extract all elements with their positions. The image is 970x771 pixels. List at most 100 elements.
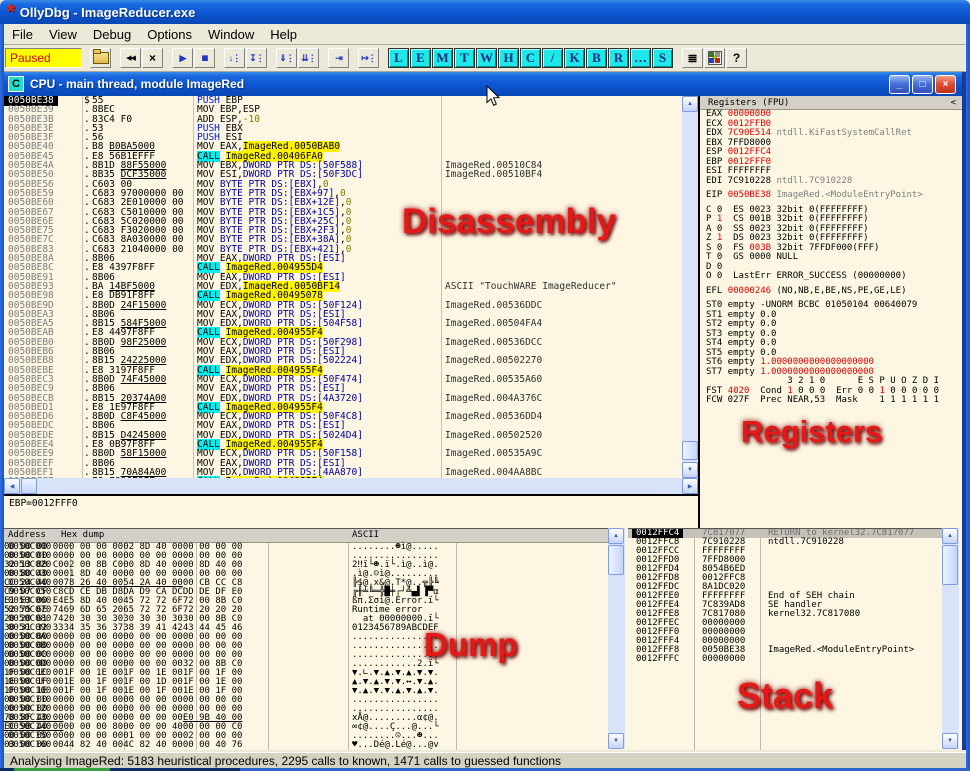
dump-annotation: Dump <box>424 626 518 664</box>
register-line[interactable]: FCW 027F Prec NEAR,53 Mask 1 1 1 1 1 1 <box>700 396 962 406</box>
status-text: Analysing ImageRed: 5183 heuristical pro… <box>10 754 561 768</box>
colors-button[interactable] <box>704 48 725 68</box>
mouse-cursor-icon <box>486 85 501 107</box>
menubar: FileViewDebugOptionsWindowHelp <box>4 24 966 45</box>
scroll-up-icon[interactable]: ▲ <box>608 528 624 544</box>
disasm-row[interactable]: 0050BE3B.83C4 F0ADD ESP,-10 <box>4 115 681 124</box>
dump-address: 0050C160 <box>8 741 51 750</box>
disasm-comment: ImageRed.004AA8BC <box>445 468 542 478</box>
disasm-comment: ImageRed.00535A60 <box>445 375 542 385</box>
dump-ascii: ♥...Dé@.Lé@...@v <box>352 741 439 750</box>
toolbar-group: ◀◀× <box>120 48 164 68</box>
execute-till-user-button[interactable]: ↦⋮ <box>358 48 379 68</box>
disasm-comment: ImageRed.00504FA4 <box>445 319 542 329</box>
sc roll-left-icon[interactable]: ◀ <box>4 478 20 494</box>
collapse-icon[interactable]: < <box>951 98 956 108</box>
toolbar-group: ↓⋮↧⋮ <box>224 48 268 68</box>
cpu-window-button[interactable]: C <box>520 48 541 68</box>
windows-window-button[interactable]: W <box>476 48 497 68</box>
handles-window-button[interactable]: H <box>498 48 519 68</box>
close-button[interactable]: × <box>935 75 956 94</box>
menu-debug[interactable]: Debug <box>85 25 139 44</box>
patches-window-button[interactable]: / <box>542 48 563 68</box>
olly-dbg-screen: * OllyDbg - ImageReducer.exe FileViewDeb… <box>0 0 970 771</box>
menu-help[interactable]: Help <box>262 25 305 44</box>
registers-header: Registers (FPU) < <box>700 96 962 110</box>
scroll-thumb[interactable] <box>608 545 624 575</box>
dump-header-ascii[interactable]: ASCII <box>352 530 379 540</box>
dump-vscrollbar[interactable]: ▲ ▼ <box>608 528 625 749</box>
restore-button[interactable]: □ <box>912 75 933 94</box>
scroll-thumb[interactable] <box>682 441 698 460</box>
menu-view[interactable]: View <box>41 25 85 44</box>
step-into-button[interactable]: ↓⋮ <box>224 48 245 68</box>
execute-till-return-button[interactable]: ⇥ <box>328 48 349 68</box>
close-program-button[interactable]: × <box>142 48 163 68</box>
stack-comment: ntdll.7C910228 <box>768 538 844 547</box>
menu-options[interactable]: Options <box>139 25 200 44</box>
animate-over-button[interactable]: ⇊⋮ <box>298 48 319 68</box>
registers-header-label: Registers (FPU) <box>708 98 789 108</box>
scroll-up-icon[interactable]: ▲ <box>942 528 958 544</box>
disassembly-annotation: Disassembly <box>402 202 616 242</box>
scroll-right-icon[interactable]: ▶ <box>682 478 698 494</box>
threads-window-button[interactable]: T <box>454 48 475 68</box>
disasm-comment: ImageRed.00502520 <box>445 431 542 441</box>
scroll-thumb[interactable] <box>21 478 37 494</box>
stack-value: 00000000 <box>702 655 745 664</box>
scroll-up-icon[interactable]: ▲ <box>682 96 698 112</box>
scroll-down-icon[interactable]: ▼ <box>942 733 958 749</box>
disassembly-hscrollbar[interactable]: ◀ ▶ <box>4 478 698 494</box>
register-line[interactable]: EFL 00000246 (NO,NB,E,BE,NS,PE,GE,LE) <box>700 287 962 297</box>
references-window-button[interactable]: R <box>608 48 629 68</box>
cpu-window-titlebar[interactable]: C CPU - main thread, module ImageRed _ □… <box>4 72 962 96</box>
dump-header: Address Hex dump ASCII <box>4 529 608 543</box>
run-trace-button[interactable]: … <box>630 48 651 68</box>
menu-window[interactable]: Window <box>200 25 262 44</box>
registers-pane[interactable]: Registers (FPU) < EAX 00000000ECX 0012FF… <box>700 96 962 528</box>
animate-into-button[interactable]: ⇓⋮ <box>276 48 297 68</box>
dump-header-address[interactable]: Address <box>8 530 46 540</box>
register-line[interactable]: EIP 0050BE38 ImageRed.<ModuleEntryPoint> <box>700 191 962 201</box>
register-line[interactable]: O 0 LastErr ERROR_SUCCESS (00000000) <box>700 272 962 282</box>
register-line[interactable]: T 0 GS 0000 NULL <box>700 253 962 263</box>
help-button[interactable]: ? <box>726 48 747 68</box>
registers-annotation: Registers <box>741 414 882 450</box>
stack-row[interactable]: 0012FFFC00000000 <box>628 655 942 664</box>
scroll-down-icon[interactable]: ▼ <box>682 462 698 478</box>
disasm-comment: ImageRed.00536DD4 <box>445 412 542 422</box>
breakpoints-window-button[interactable]: B <box>586 48 607 68</box>
dump-row[interactable]: 0050C16003 00 00 0044 82 40 004C 82 40 0… <box>4 741 608 750</box>
appearance-button[interactable]: ≣ <box>682 48 703 68</box>
disassembly-pane[interactable]: 0050BE38$55PUSH EBP0050BE39.8BECMOV EBP,… <box>4 96 681 478</box>
source-button[interactable]: S <box>652 48 673 68</box>
run-button[interactable]: ▶ <box>172 48 193 68</box>
executables-window-button[interactable]: E <box>410 48 431 68</box>
toolbar-group: ⇥ <box>328 48 350 68</box>
disasm-row[interactable]: 0050BE3E.53PUSH EBX <box>4 124 681 133</box>
pause-button[interactable]: ▮▮ <box>194 48 215 68</box>
disasm-comment: ImageRed.00510BF4 <box>445 170 542 180</box>
scroll-down-icon[interactable]: ▼ <box>608 733 624 749</box>
dump-hex-group: 44 82 40 00 <box>64 740 124 750</box>
minimize-button[interactable]: _ <box>889 75 910 94</box>
call-stack-button[interactable]: K <box>564 48 585 68</box>
memory-map-button[interactable]: M <box>432 48 453 68</box>
palette-icon <box>708 51 722 65</box>
status-paused-indicator: Paused <box>5 48 82 68</box>
disasm-comment: ImageRed.004A376C <box>445 394 542 404</box>
toolbar-group <box>90 48 112 68</box>
cpu-window-icon: C <box>8 76 24 92</box>
dump-header-hex-dump[interactable]: Hex dump <box>61 530 104 540</box>
step-over-button[interactable]: ↧⋮ <box>246 48 267 68</box>
open-file-button[interactable] <box>90 48 111 68</box>
restart-button[interactable]: ◀◀ <box>120 48 141 68</box>
scroll-thumb[interactable] <box>942 545 958 585</box>
info-line[interactable]: EBP=0012FFF0 <box>4 494 698 528</box>
disassembly-vscrollbar[interactable]: ▲ ▼ <box>682 96 698 478</box>
stack-vscrollbar[interactable]: ▲ ▼ <box>942 528 959 749</box>
register-line[interactable]: EDI 7C910228 ntdll.7C910228 <box>700 177 962 187</box>
toolbar-group: ↦⋮ <box>358 48 380 68</box>
log-window-button[interactable]: L <box>388 48 409 68</box>
menu-file[interactable]: File <box>4 25 41 44</box>
